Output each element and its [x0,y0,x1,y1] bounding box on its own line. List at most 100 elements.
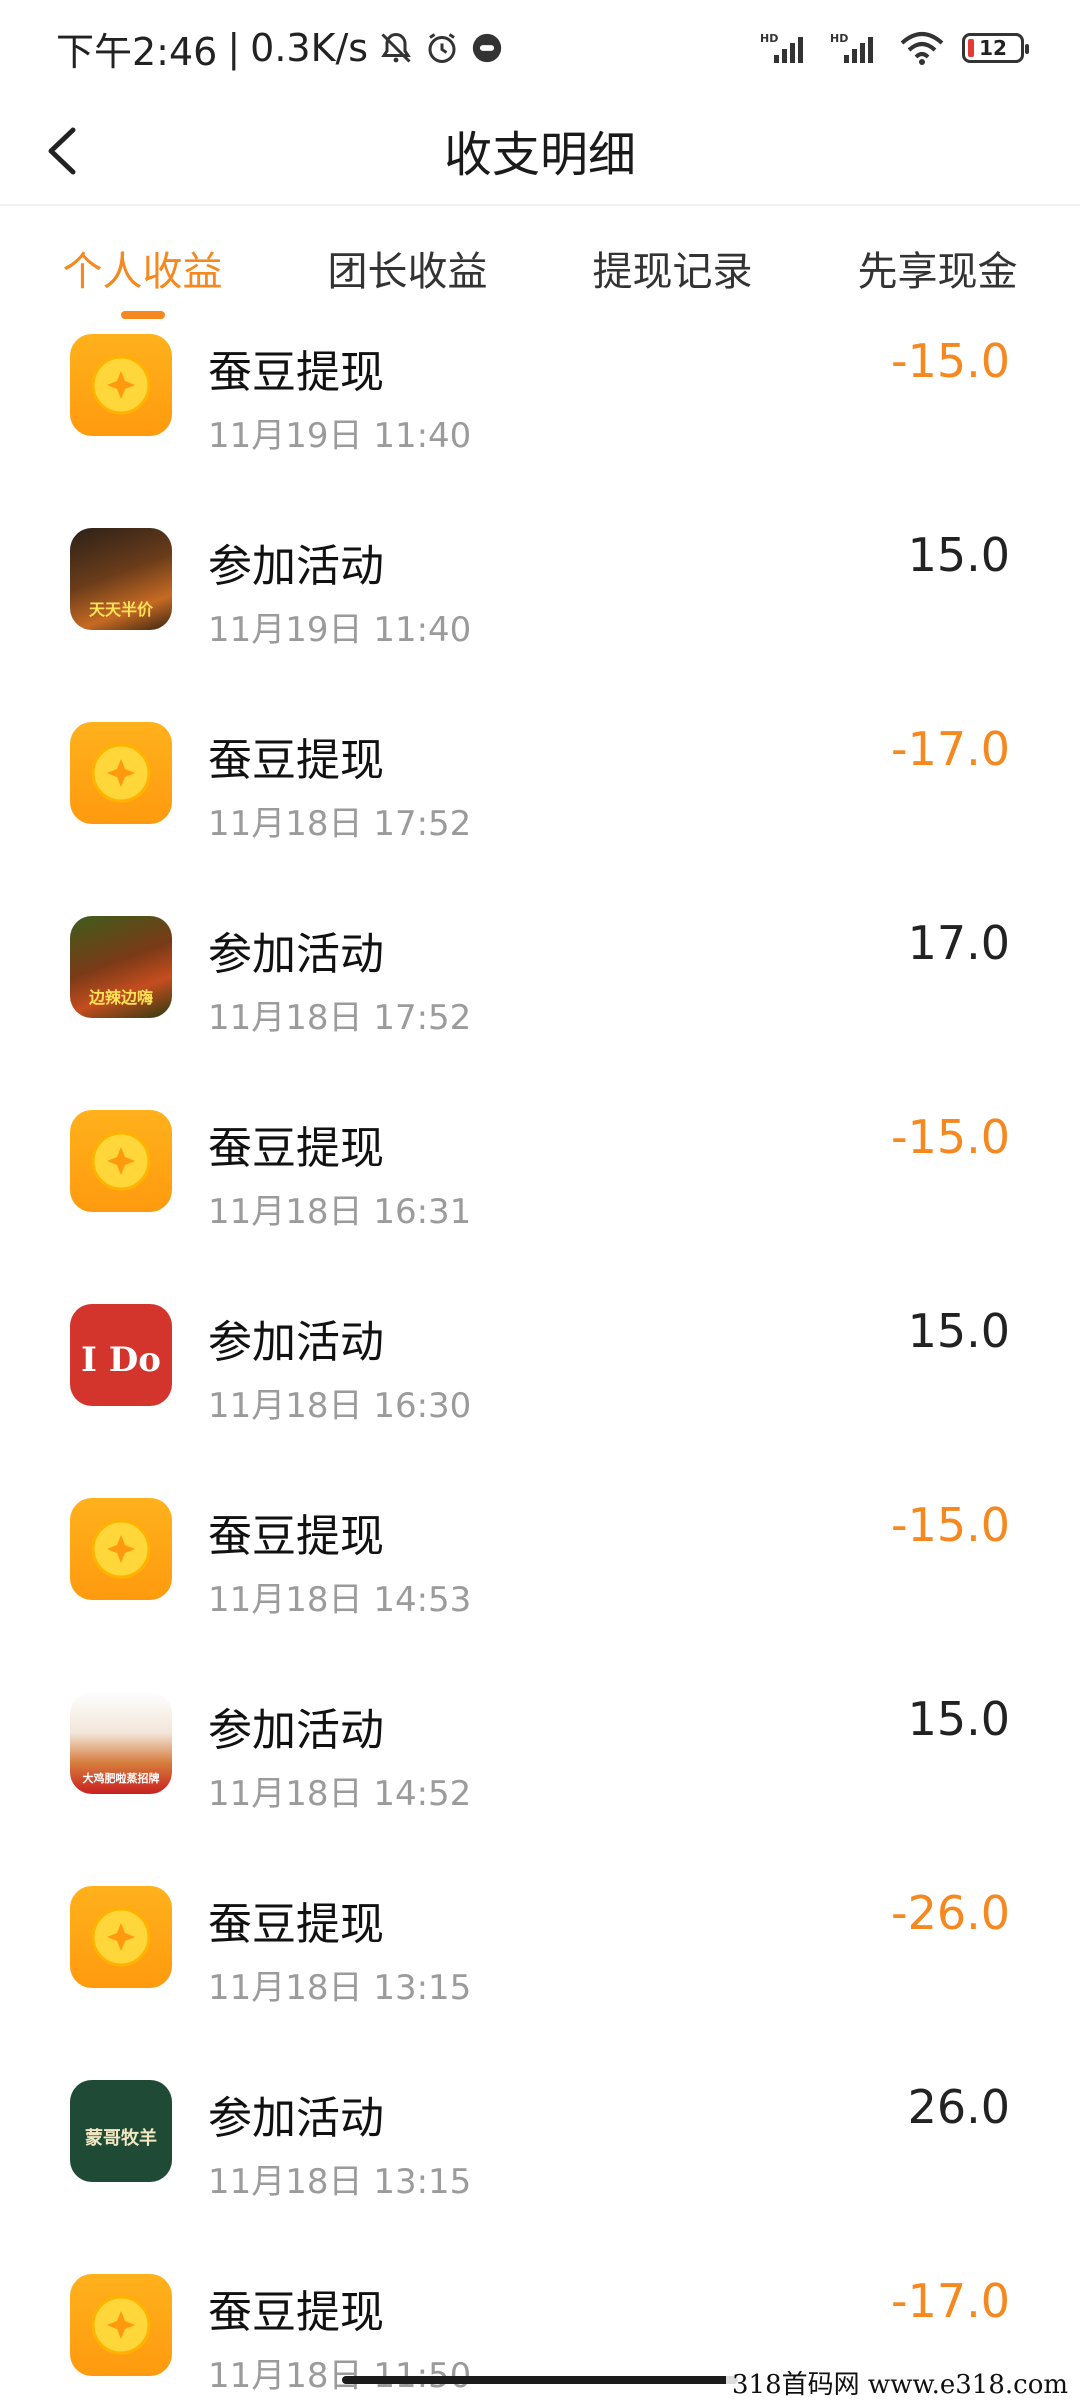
back-button[interactable] [28,116,98,186]
active-tab-indicator [120,311,165,319]
hd-signal-icon: HD [830,31,882,65]
transaction-time: 11月18日 17:52 [208,804,472,844]
status-time: 下午2:46 [56,29,218,74]
battery-level-fill [968,39,974,57]
status-right: HD HD 12 [760,31,1029,65]
transaction-title: 蚕豆提现 [208,347,384,398]
transaction-amount: 26.0 [907,2080,1010,2134]
transaction-amount: -17.0 [890,2274,1010,2328]
coin-symbol [91,355,151,415]
burger-thumbnail: 天天半价 [70,528,172,630]
coin-symbol [91,2295,151,2355]
transaction-time: 11月18日 16:31 [208,1192,472,1232]
coin-symbol [91,743,151,803]
watermark-text: 318首码网 www.e318.com [726,2362,1074,2403]
tab-label: 先享现金 [857,249,1018,295]
transaction-title: 参加活动 [208,1705,384,1756]
lamb-thumbnail: 蒙哥牧羊 [70,2080,172,2182]
transaction-title: 蚕豆提现 [208,735,384,786]
transaction-title: 参加活动 [208,929,384,980]
tab-personal-earnings[interactable]: 个人收益 [53,219,233,319]
alarm-icon [424,30,460,66]
page-header: 收支明细 [0,96,1080,206]
home-indicator[interactable] [342,2376,738,2384]
thumbnail-text: I Do [81,1340,161,1380]
chevron-left-icon [48,127,76,175]
wifi-icon [900,31,944,65]
transaction-time: 11月18日 13:15 [208,2162,472,2202]
coin-icon [70,722,172,824]
transaction-time: 11月18日 14:53 [208,1580,472,1620]
transaction-time: 11月19日 11:40 [208,416,472,456]
tab-withdraw-records[interactable]: 提现记录 [583,219,763,317]
transaction-amount: -15.0 [890,1498,1010,1552]
transaction-amount: 15.0 [907,528,1010,582]
page-title: 收支明细 [443,127,636,183]
ido-thumbnail: I Do [70,1304,172,1406]
app-notification-icon [470,31,504,65]
transaction-title: 蚕豆提现 [208,1123,384,1174]
transaction-row[interactable]: 蚕豆提现 11月18日 16:31 -15.0 [0,1090,1080,1284]
transaction-row[interactable]: I Do 参加活动 11月18日 16:30 15.0 [0,1284,1080,1478]
transaction-list[interactable]: 蚕豆提现 11月19日 11:40 -15.0 天天半价 参加活动 11月19日 11:4… [0,330,1080,2400]
transaction-row[interactable]: 蚕豆提现 11月18日 14:53 -15.0 [0,1478,1080,1672]
thumbnail-text: 大鸡肥啦蒸招牌 [82,1772,160,1785]
coin-icon [70,334,172,436]
transaction-amount: 15.0 [907,1692,1010,1746]
transaction-amount: 15.0 [907,1304,1010,1358]
transaction-title: 参加活动 [208,541,384,592]
coin-icon [70,2274,172,2376]
transaction-list-inner: 蚕豆提现 11月19日 11:40 -15.0 天天半价 参加活动 11月19日 11:4… [0,330,1080,2400]
tab-bar: 个人收益 团长收益 提现记录 先享现金 [0,206,1080,330]
thumbnail-text: 边辣边嗨 [88,988,153,1007]
tab-label: 团长收益 [327,249,488,295]
transaction-row[interactable]: 边辣边嗨 参加活动 11月18日 17:52 17.0 [0,896,1080,1090]
hd-label-2: HD [830,32,848,45]
coin-icon [70,1498,172,1600]
tab-label: 个人收益 [62,249,223,295]
status-separator: | [227,26,241,70]
transaction-row[interactable]: 大鸡肥啦蒸招牌 参加活动 11月18日 14:52 15.0 [0,1672,1080,1866]
transaction-row[interactable]: 天天半价 参加活动 11月19日 11:40 15.0 [0,508,1080,702]
transaction-title: 蚕豆提现 [208,1899,384,1950]
status-left: 下午2:46 | 0.3K/s [56,21,504,76]
thumbnail-text: 蒙哥牧羊 [85,2128,157,2149]
tab-label: 提现记录 [592,249,753,295]
transaction-time: 11月18日 16:30 [208,1386,472,1426]
transaction-title: 蚕豆提现 [208,1511,384,1562]
transaction-row[interactable]: 蚕豆提现 11月18日 13:15 -26.0 [0,1866,1080,2060]
network-speed: 0.3K/s [250,26,369,70]
transaction-time: 11月18日 17:52 [208,998,472,1038]
transaction-time: 11月18日 13:15 [208,1968,472,2008]
transaction-amount: -15.0 [890,334,1010,388]
hd-signal-icon: HD [760,31,812,65]
hd-label-1: HD [760,32,778,45]
status-bar: 下午2:46 | 0.3K/s HD HD 12 [0,0,1080,96]
transaction-time: 11月18日 11:50 [208,2356,472,2396]
transaction-amount: 17.0 [907,916,1010,970]
transaction-amount: -17.0 [890,722,1010,776]
transaction-time: 11月19日 11:40 [208,610,472,650]
bell-off-icon [378,30,414,66]
tab-cash-advance[interactable]: 先享现金 [848,219,1028,317]
coin-symbol [91,1519,151,1579]
coin-icon [70,1886,172,1988]
dish-thumbnail: 大鸡肥啦蒸招牌 [70,1692,172,1794]
tab-leader-earnings[interactable]: 团长收益 [318,219,498,317]
transaction-row[interactable]: 蒙哥牧羊 参加活动 11月18日 13:15 26.0 [0,2060,1080,2254]
transaction-amount: -26.0 [890,1886,1010,1940]
battery-icon: 12 [962,33,1029,63]
thumbnail-text: 天天半价 [88,600,153,619]
transaction-title: 参加活动 [208,2093,384,2144]
transaction-amount: -15.0 [890,1110,1010,1164]
battery-level-text: 12 [979,36,1007,60]
transaction-title: 蚕豆提现 [208,2287,384,2338]
transaction-row[interactable]: 蚕豆提现 11月18日 17:52 -17.0 [0,702,1080,896]
transaction-time: 11月18日 14:52 [208,1774,472,1814]
coin-icon [70,1110,172,1212]
transaction-row[interactable]: 蚕豆提现 11月19日 11:40 -15.0 [0,330,1080,508]
hotpot-thumbnail: 边辣边嗨 [70,916,172,1018]
coin-symbol [91,1907,151,1967]
coin-symbol [91,1131,151,1191]
transaction-title: 参加活动 [208,1317,384,1368]
